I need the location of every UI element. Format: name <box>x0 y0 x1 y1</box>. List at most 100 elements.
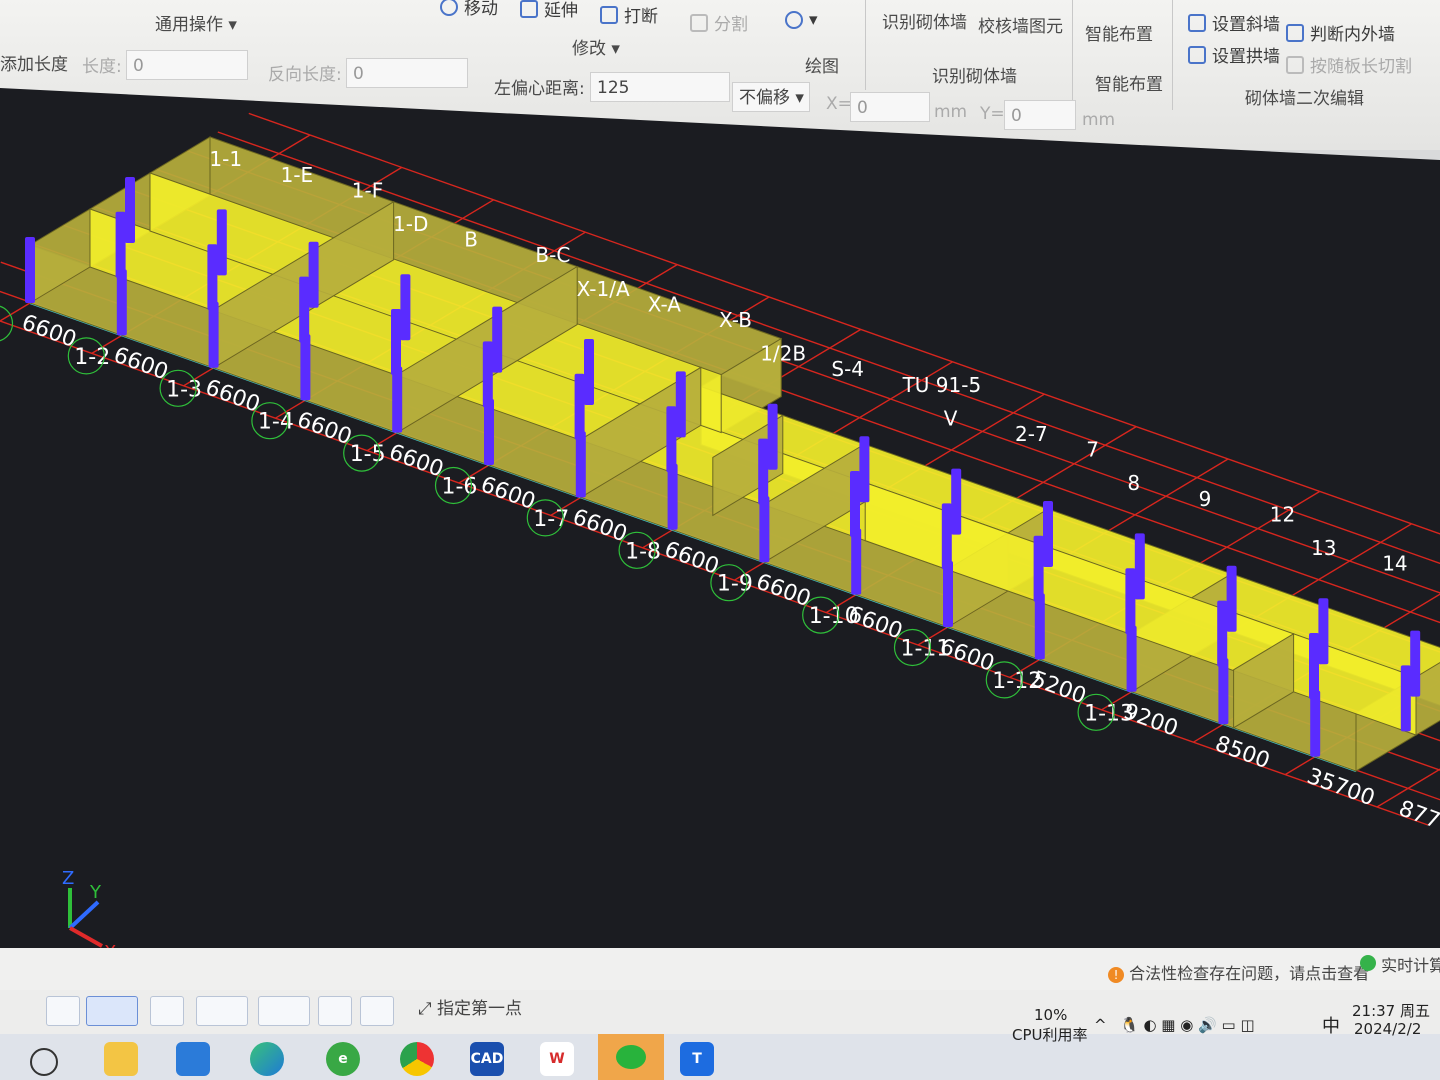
set-slope-wall-button[interactable]: 设置斜墙 <box>1188 10 1280 35</box>
axis-label: 13 <box>1311 536 1336 560</box>
wechat-icon[interactable] <box>598 1034 664 1080</box>
dimension-label: 87700 <box>1395 796 1440 843</box>
display-button[interactable] <box>318 996 352 1026</box>
recognize-wall-button[interactable]: 识别砌体墙 <box>882 8 967 33</box>
cpu-percent: 10% <box>1034 1006 1068 1024</box>
structural-column <box>1410 630 1421 697</box>
check-wall-button[interactable]: 校核墙图元 <box>978 12 1063 37</box>
set-arch-wall-button[interactable]: 设置拱墙 <box>1188 42 1280 67</box>
validation-warning[interactable]: ! 合法性检查存在问题，请点击查看 <box>1108 960 1369 984</box>
dimension-label: 35700 <box>1304 764 1378 811</box>
reverse-length-input[interactable]: 0 <box>346 58 468 88</box>
axis-label: 1-8 <box>625 539 661 564</box>
structural-column <box>1125 568 1136 635</box>
structural-column <box>850 471 860 537</box>
axis-label: B-C <box>535 243 570 267</box>
axis-label: 2-7 <box>1015 422 1048 446</box>
smart-layout-button[interactable]: 智能布置 <box>1085 20 1153 45</box>
cut-by-slab-button[interactable]: 按随板长切割 <box>1286 52 1412 77</box>
offset-mode-select[interactable]: 不偏移 ▾ <box>732 82 810 112</box>
axis-label: 1-4 <box>258 410 294 435</box>
explorer-icon[interactable] <box>104 1042 138 1076</box>
cross-snap-button[interactable] <box>150 996 184 1026</box>
structural-column <box>216 209 227 276</box>
structural-column <box>667 463 678 530</box>
structural-column <box>492 306 503 373</box>
structural-column <box>482 341 493 408</box>
axis-label: 1-9 <box>717 572 753 597</box>
draw-mode-button[interactable] <box>360 996 394 1026</box>
move-button[interactable]: 移动 <box>440 0 498 19</box>
snap-button[interactable] <box>86 996 138 1026</box>
break-button[interactable]: 打断 <box>600 2 658 27</box>
x-input[interactable]: 0 <box>850 92 930 122</box>
judge-inner-outer-button[interactable]: 判断内外墙 <box>1286 20 1395 45</box>
arch-wall-icon <box>1188 45 1206 64</box>
edge-icon[interactable] <box>250 1042 284 1076</box>
move-icon <box>440 0 458 16</box>
command-prompt: ⤢ 指定第一点 <box>418 999 523 1019</box>
structural-column <box>951 468 962 535</box>
axis-label: X-1/A <box>577 277 630 301</box>
model-3d-view[interactable]: 11-21-31-41-51-61-71-81-91-101-111-121-1… <box>0 88 1440 988</box>
clock-date[interactable]: 2024/2/2 <box>1354 1020 1421 1038</box>
cut-icon <box>1286 55 1304 74</box>
x-label: X= <box>826 94 852 114</box>
extend-button[interactable]: 延伸 <box>520 0 578 21</box>
length-label: 长度: <box>82 57 122 77</box>
angle-snap-button[interactable] <box>196 996 248 1026</box>
arc-icon <box>785 11 803 29</box>
axis-label: 7 <box>1086 438 1099 462</box>
group-modify-label[interactable]: 修改 ▾ <box>572 34 620 59</box>
axis-label: 1-6 <box>442 475 478 500</box>
structural-column <box>758 438 769 505</box>
axis-label: 14 <box>1382 552 1407 576</box>
structural-column <box>400 274 411 341</box>
model-viewport[interactable]: 11-21-31-41-51-61-71-81-91-101-111-121-1… <box>0 88 1440 988</box>
structural-column <box>1033 535 1044 602</box>
ie-icon[interactable]: e <box>326 1042 360 1076</box>
axis-label: 1-D <box>393 212 428 236</box>
axis-label: 1-5 <box>350 442 386 467</box>
cortana-icon[interactable] <box>30 1048 58 1076</box>
structural-column <box>125 177 135 243</box>
axis-label: 1-2 <box>74 345 110 370</box>
ime-indicator[interactable]: 中 <box>1322 1012 1340 1038</box>
glodon-icon[interactable]: T <box>680 1042 714 1076</box>
mail-icon[interactable] <box>176 1042 210 1076</box>
length-input[interactable]: 0 <box>126 50 248 80</box>
structural-column <box>392 366 403 433</box>
tray-icons[interactable]: 🐧 ◐ ▦ ◉ 🔊 ▭ ◫ <box>1120 1016 1255 1034</box>
structural-column <box>584 339 594 405</box>
group-secondary-label: 砌体墙二次编辑 <box>1245 89 1364 109</box>
wps-icon[interactable]: W <box>540 1042 574 1076</box>
group-general-label[interactable]: 通用操作 ▾ <box>155 10 237 35</box>
break-icon <box>600 5 618 24</box>
dynamic-input-button[interactable] <box>258 996 310 1026</box>
split-button[interactable]: 分割 <box>690 10 748 35</box>
check-icon <box>1360 955 1376 971</box>
chevron-up-icon[interactable]: ^ <box>1094 1016 1107 1034</box>
x-unit: mm <box>934 102 968 122</box>
structural-column <box>208 301 219 368</box>
chrome-icon[interactable] <box>400 1042 434 1076</box>
structural-column <box>1217 600 1228 667</box>
structural-column <box>308 241 319 308</box>
structural-column <box>943 561 953 627</box>
structural-column <box>299 276 310 343</box>
group-smart-label: 智能布置 <box>1095 75 1163 95</box>
axis-label: 1-7 <box>533 507 569 532</box>
left-offset-input[interactable]: 125 <box>590 72 730 102</box>
axis-y-label: Y <box>89 882 102 903</box>
ortho-button[interactable] <box>46 996 80 1026</box>
structural-column <box>574 373 585 440</box>
cpu-label: CPU利用率 <box>1012 1026 1088 1044</box>
axis-label: 9 <box>1199 487 1212 511</box>
clock-time[interactable]: 21:37 周五 <box>1352 1000 1430 1021</box>
structural-column <box>25 237 35 303</box>
arc-draw-button[interactable]: ▾ <box>785 10 818 30</box>
left-offset-label: 左偏心距离: <box>494 79 585 99</box>
structural-column <box>1309 633 1319 699</box>
cad-icon[interactable]: CAD <box>470 1042 504 1076</box>
y-input[interactable]: 0 <box>1004 100 1076 130</box>
